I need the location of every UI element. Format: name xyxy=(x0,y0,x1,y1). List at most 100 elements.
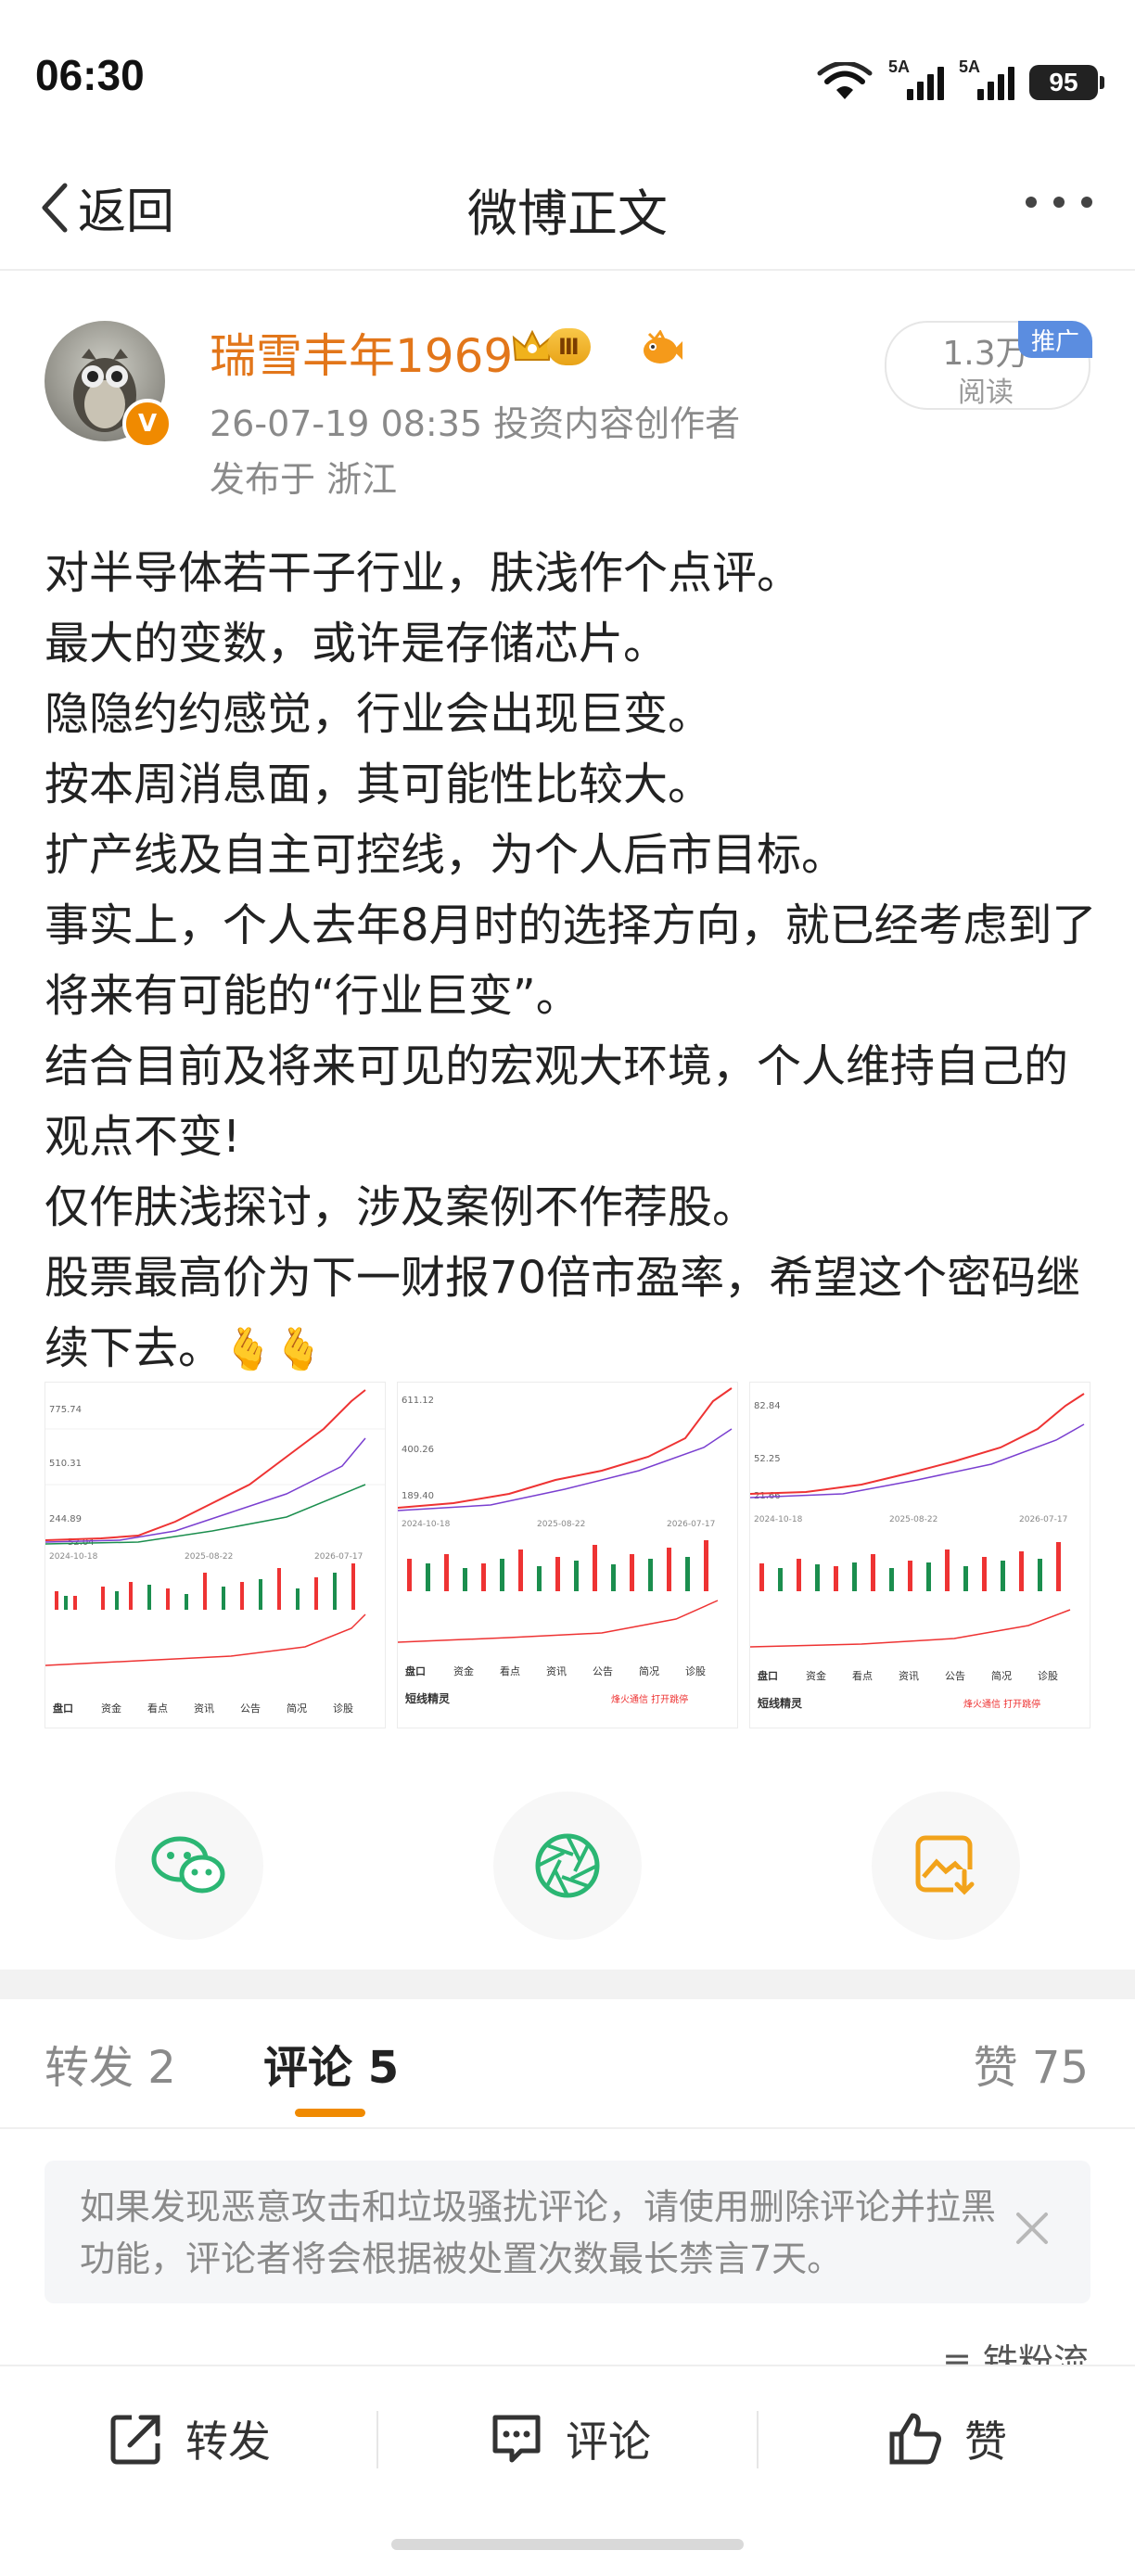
more-options-button[interactable] xyxy=(1026,197,1092,208)
date-label: 2025-08-22 xyxy=(185,1552,233,1562)
network-label-2: 5A xyxy=(959,57,981,76)
member-level: Ⅲ xyxy=(547,328,591,365)
chart-tab: 诊股 xyxy=(1038,1669,1058,1682)
post-line-last: 股票最高价为下一财报70倍市盈率，希望这个密码继续下去。🫰🫰 xyxy=(45,1243,1102,1385)
chart-footer-left: 短线精灵 xyxy=(758,1696,803,1710)
save-image-button[interactable] xyxy=(872,1792,1020,1940)
post-line: 股票最高价为下一财报70倍市盈率，希望这个密码继续下去。 xyxy=(45,1252,1081,1374)
signal-icon-2: 5A xyxy=(959,57,1014,100)
member-badge[interactable]: Ⅲ xyxy=(512,328,591,365)
chart-tab: 简况 xyxy=(639,1664,659,1677)
chevron-left-icon xyxy=(42,183,68,232)
tab-comment[interactable]: 评论 5 xyxy=(263,2031,399,2096)
read-label: 阅读 xyxy=(958,376,1014,409)
post-line: 最大的变数，或许是存储芯片。 xyxy=(45,618,669,670)
back-button[interactable]: 返回 xyxy=(37,172,174,242)
post-line: 按本周消息面，其可能性比较大。 xyxy=(45,759,713,810)
dot-icon xyxy=(1026,197,1037,208)
battery-icon: 95 xyxy=(1029,65,1104,100)
date-label: 2026-07-17 xyxy=(667,1520,715,1529)
post-image-1[interactable]: 775.74 510.31 244.89 52.04 2024-10-18 20… xyxy=(45,1382,386,1728)
chart-tab: 资讯 xyxy=(194,1702,214,1715)
sort-icon: ≡ xyxy=(942,2341,983,2366)
back-label: 返回 xyxy=(78,185,175,240)
like-button[interactable]: 赞 xyxy=(886,2409,1007,2468)
thumbs-up-icon xyxy=(889,2413,941,2465)
hands-emoji-icon: 🫰🫰 xyxy=(223,1326,325,1373)
chart-tab: 简况 xyxy=(991,1669,1012,1682)
comment-icon xyxy=(492,2415,541,2463)
comment-label: 评论 xyxy=(566,2417,651,2467)
post-image-2[interactable]: 611.12 400.26 189.40 2024-10-18 2025-08-… xyxy=(397,1382,738,1728)
chart-tab: 资讯 xyxy=(899,1670,919,1682)
post-line: 结合目前及将来可见的宏观大环境，个人维持自己的观点不变! xyxy=(45,1040,1069,1163)
chart-tab: 诊股 xyxy=(333,1702,353,1715)
date-label: 2024-10-18 xyxy=(402,1520,451,1529)
date-label: 2024-10-18 xyxy=(49,1552,98,1562)
price-label: 400.26 xyxy=(402,1445,434,1455)
chart-tab: 看点 xyxy=(147,1702,168,1715)
stock-chart-screenshot-3: 82.84 52.25 21.66 2024-10-18 2025-08-22 … xyxy=(750,1393,1085,1710)
repost-label: 转发 xyxy=(185,2417,271,2467)
chart-footer-left: 短线精灵 xyxy=(405,1691,451,1705)
repost-button[interactable]: 转发 xyxy=(108,2409,271,2468)
home-indicator xyxy=(391,2539,744,2550)
bar-divider xyxy=(757,2411,759,2468)
post-line: 事实上，个人去年8月时的选择方向，就已经考虑到了将来有可能的“行业巨变”。 xyxy=(45,899,1097,1022)
signal-icon: 5A xyxy=(888,57,944,100)
chart-tab: 资金 xyxy=(806,1669,826,1682)
network-label: 5A xyxy=(888,57,911,76)
author-name[interactable]: 瑞雪丰年1969 xyxy=(210,319,513,386)
sort-fans-button[interactable]: ≡ 铁粉流 xyxy=(942,2333,1089,2366)
chart-tab: 资讯 xyxy=(546,1665,567,1677)
price-label: 611.12 xyxy=(402,1396,434,1406)
price-label: 244.89 xyxy=(49,1514,82,1524)
verified-badge-icon: V xyxy=(122,399,172,449)
comment-notice-text: 如果发现恶意攻击和垃圾骚扰评论，请使用删除评论并拉黑功能，评论者将会根据被处置次… xyxy=(80,2187,997,2279)
date-label: 2025-08-22 xyxy=(537,1520,585,1529)
chart-tab: 公告 xyxy=(240,1702,261,1715)
chart-tab: 资金 xyxy=(453,1664,474,1677)
tab-like[interactable]: 赞 75 xyxy=(974,2031,1089,2096)
bar-divider xyxy=(376,2411,378,2468)
stock-chart-screenshot-2: 611.12 400.26 189.40 2024-10-18 2025-08-… xyxy=(398,1387,733,1705)
section-divider xyxy=(0,1970,1135,1999)
date-label: 2026-07-17 xyxy=(1019,1515,1067,1524)
chart-tab: 公告 xyxy=(945,1670,965,1682)
share-wechat-button[interactable] xyxy=(115,1792,263,1940)
stock-chart-screenshot-1: 775.74 510.31 244.89 52.04 2024-10-18 20… xyxy=(45,1389,385,1715)
price-label: 52.25 xyxy=(754,1454,781,1464)
chart-tab: 公告 xyxy=(593,1665,613,1677)
date-label: 2024-10-18 xyxy=(754,1515,803,1524)
post-line: 扩产线及自主可控线，为个人后市目标。 xyxy=(45,829,847,881)
post-body: 对半导体若干子行业，肤浅作个点评。 最大的变数，或许是存储芯片。 隐隐约约感觉，… xyxy=(45,538,1102,1385)
dot-icon xyxy=(1053,197,1065,208)
post-image-3[interactable]: 82.84 52.25 21.66 2024-10-18 2025-08-22 … xyxy=(749,1382,1090,1728)
share-moments-button[interactable] xyxy=(493,1792,642,1940)
chart-footer-right: 烽火通信 打开跳停 xyxy=(963,1698,1040,1710)
sort-label: 铁粉流 xyxy=(982,2341,1089,2366)
price-label: 775.74 xyxy=(49,1405,82,1415)
post-meta: 26-07-19 08:35 投资内容创作者 xyxy=(210,403,741,444)
chart-tab: 简况 xyxy=(287,1702,307,1715)
promote-button[interactable]: 推广 xyxy=(1018,321,1092,358)
chart-tab: 盘口 xyxy=(53,1702,73,1715)
wechat-icon xyxy=(151,1836,225,1894)
tab-repost[interactable]: 转发 2 xyxy=(45,2031,176,2096)
post-line: 对半导体若干子行业，肤浅作个点评。 xyxy=(45,547,802,599)
share-arrow-icon xyxy=(110,2415,160,2465)
post-location: 发布于 浙江 xyxy=(210,459,398,500)
moments-aperture-icon xyxy=(535,1833,600,1898)
comment-button[interactable]: 评论 xyxy=(488,2409,651,2468)
close-icon[interactable] xyxy=(1011,2207,1053,2250)
date-label: 2025-08-22 xyxy=(889,1515,937,1524)
date-label: 2026-07-17 xyxy=(314,1552,363,1562)
chart-tab: 诊股 xyxy=(685,1664,706,1677)
price-label: 510.31 xyxy=(49,1459,82,1469)
status-time: 06:30 xyxy=(35,51,145,99)
price-label: 189.40 xyxy=(402,1491,434,1501)
active-tab-indicator xyxy=(295,2109,365,2117)
like-label: 赞 xyxy=(964,2417,1007,2467)
wifi-icon xyxy=(817,62,873,99)
post-line: 仅作肤浅探讨，涉及案例不作荐股。 xyxy=(45,1181,758,1233)
